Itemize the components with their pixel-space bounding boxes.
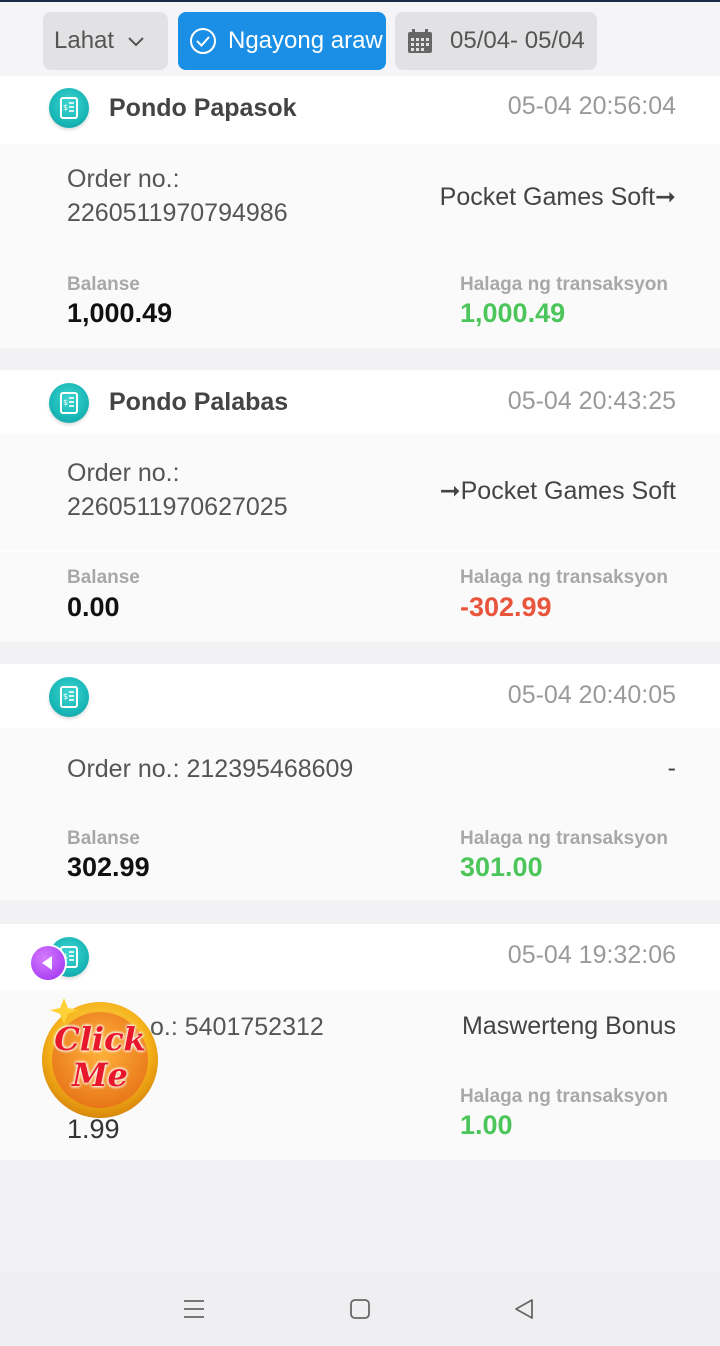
menu-icon[interactable] — [183, 1298, 205, 1320]
type-filter-label: Lahat — [54, 27, 115, 54]
amount-label: Halaga ng transaksyon — [460, 828, 669, 849]
transaction-header: $ 05-04 20:40:05 — [0, 664, 720, 728]
click-me-promo-button[interactable]: Click Me — [38, 996, 162, 1120]
home-icon[interactable] — [349, 1298, 371, 1320]
amount-label: Halaga ng transaksyon — [460, 567, 669, 588]
transaction-body: Order no.: 2260511970794986 Pocket Games… — [0, 144, 720, 348]
floating-back-button[interactable] — [31, 946, 65, 980]
balance-value: 302.99 — [67, 852, 150, 882]
receipt-coin-icon: $ — [49, 677, 89, 717]
amount-value: 301.00 — [460, 852, 543, 882]
amount-label: Halaga ng transaksyon — [460, 1086, 669, 1107]
date-range-picker[interactable]: 05/04- 05/04 — [395, 12, 597, 70]
transaction-time: 05-04 20:40:05 — [507, 681, 676, 709]
transaction-card[interactable]: $ 05-04 20:40:05 Order no.: 212395468609… — [0, 664, 720, 900]
balance-label: Balanse — [67, 567, 140, 588]
transaction-header: $ Pondo Palabas 05-04 20:43:25 — [0, 370, 720, 434]
system-navigation-bar — [0, 1272, 720, 1346]
transaction-card[interactable]: $ Pondo Palabas 05-04 20:43:25 Order no.… — [0, 370, 720, 642]
balance-label: Balanse — [67, 274, 140, 295]
svg-text:$: $ — [63, 692, 68, 701]
transaction-destination: Pocket Games Soft➞ — [439, 183, 676, 211]
receipt-coin-icon: $ — [49, 88, 89, 128]
transaction-footer: Balanse 0.00 Halaga ng transaksyon -302.… — [0, 552, 720, 642]
balance-label: Balanse — [67, 828, 140, 849]
type-filter-dropdown[interactable]: Lahat — [43, 12, 168, 70]
transaction-title: Pondo Palabas — [109, 388, 289, 416]
transaction-time: 05-04 19:32:06 — [507, 941, 676, 969]
svg-text:$: $ — [63, 398, 68, 407]
transaction-body: Order no.: 212395468609 - Balanse 302.99… — [0, 728, 720, 900]
filter-bar: Lahat Ngayong araw 05/04- 05/04 — [0, 0, 720, 76]
transaction-title: Pondo Papasok — [109, 94, 297, 122]
play-left-icon — [42, 956, 52, 970]
today-filter-button[interactable]: Ngayong araw — [178, 12, 386, 70]
transaction-header: $ Pondo Papasok 05-04 20:56:04 — [0, 76, 720, 144]
balance-value: 1,000.49 — [67, 298, 173, 328]
transaction-destination: ➞Pocket Games Soft — [439, 477, 676, 505]
order-number: Order no.: 212395468609 — [67, 755, 354, 783]
amount-value: 1,000.49 — [460, 298, 566, 328]
amount-label: Halaga ng transaksyon — [460, 274, 669, 295]
transaction-time: 05-04 20:56:04 — [507, 92, 676, 120]
order-number: o.: 5401752312 — [150, 1013, 324, 1041]
transaction-time: 05-04 20:43:25 — [507, 387, 676, 415]
back-icon[interactable] — [513, 1298, 535, 1320]
order-number: 2260511970794986 — [67, 199, 288, 227]
balance-value: 0.00 — [67, 592, 120, 622]
receipt-coin-icon: $ — [49, 383, 89, 423]
order-label: Order no.: — [67, 165, 180, 193]
order-label: Order no.: — [67, 459, 180, 487]
today-filter-label: Ngayong araw — [228, 27, 383, 54]
transaction-destination: - — [667, 754, 676, 782]
chevron-down-icon — [128, 37, 144, 47]
check-circle-icon — [190, 28, 216, 54]
transaction-header: $ 05-04 19:32:06 — [0, 924, 720, 990]
transaction-destination: Maswerteng Bonus — [461, 1012, 676, 1040]
amount-value: -302.99 — [460, 592, 552, 622]
promo-text-top: Click — [54, 1020, 146, 1058]
promo-text-bottom: Me — [72, 1056, 128, 1094]
date-range-label: 05/04- 05/04 — [450, 27, 585, 54]
transaction-card[interactable]: $ Pondo Papasok 05-04 20:56:04 Order no.… — [0, 76, 720, 348]
svg-text:$: $ — [63, 103, 68, 112]
transaction-body: Order no.: 2260511970627025 ➞Pocket Game… — [0, 434, 720, 550]
order-number: 2260511970627025 — [67, 493, 288, 521]
amount-value: 1.00 — [460, 1110, 513, 1140]
calendar-icon — [408, 29, 432, 53]
